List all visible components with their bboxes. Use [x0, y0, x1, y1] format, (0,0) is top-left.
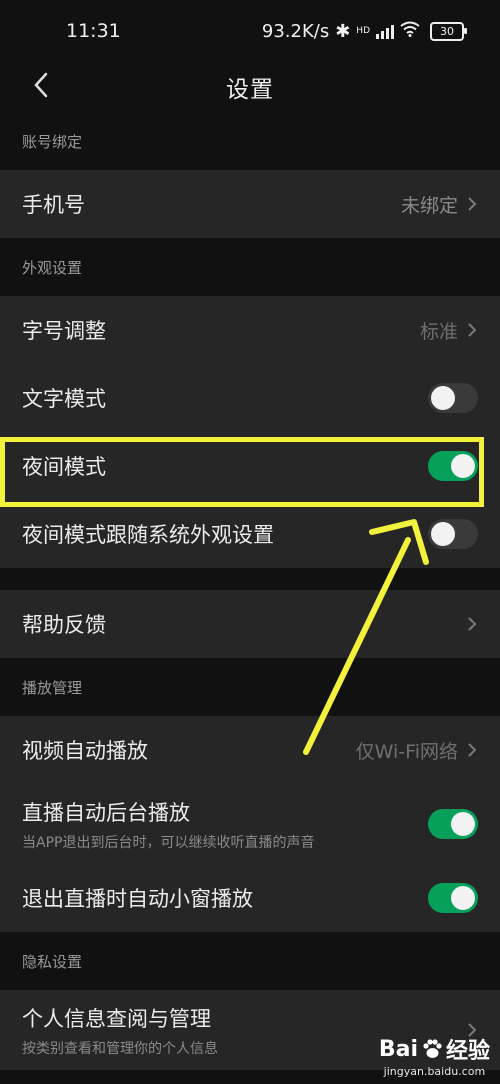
- help-feedback-label: 帮助反馈: [22, 613, 106, 637]
- section-header-privacy: 隐私设置: [22, 952, 83, 971]
- appearance-card: 字号调整 标准 文字模式 夜间模式 夜间模式跟随系统外观设置: [0, 296, 500, 568]
- live-background-row: 直播自动后台播放 当APP退出到后台时，可以继续收听直播的声音: [0, 784, 500, 864]
- battery-level: 30: [440, 24, 454, 38]
- watermark-brand-right: 经验: [445, 1039, 490, 1064]
- phone-label: 手机号: [22, 193, 85, 217]
- live-pip-toggle[interactable]: [428, 883, 478, 913]
- personal-info-subtext: 按类别查看和管理你的个人信息: [22, 1040, 218, 1057]
- battery-icon: 30: [430, 21, 467, 41]
- night-mode-toggle[interactable]: [428, 451, 478, 481]
- font-size-row[interactable]: 字号调整 标准: [0, 296, 500, 364]
- toggle-knob: [451, 812, 475, 836]
- back-button[interactable]: [24, 68, 58, 102]
- help-card: 帮助反馈: [0, 590, 500, 658]
- section-header-appearance: 外观设置: [22, 258, 83, 277]
- section-header-account: 账号绑定: [22, 132, 83, 151]
- text-mode-toggle[interactable]: [428, 383, 478, 413]
- live-background-toggle[interactable]: [428, 809, 478, 839]
- autoplay-row[interactable]: 视频自动播放 仅Wi-Fi网络: [0, 716, 500, 784]
- watermark-brand-left: Bai: [378, 1036, 418, 1062]
- playback-card: 视频自动播放 仅Wi-Fi网络 直播自动后台播放 当APP退出到后台时，可以继续…: [0, 716, 500, 932]
- font-size-label: 字号调整: [22, 319, 106, 343]
- status-bar: 11:31 93.2K/s ✱ HD 30: [0, 0, 500, 62]
- chevron-right-icon: [468, 323, 477, 337]
- wifi-icon: [400, 21, 420, 42]
- font-size-value: 标准: [419, 320, 458, 343]
- night-follow-system-toggle[interactable]: [428, 519, 478, 549]
- night-mode-row: 夜间模式: [0, 432, 500, 500]
- toggle-knob: [431, 522, 455, 546]
- help-feedback-row[interactable]: 帮助反馈: [0, 590, 500, 658]
- night-mode-label: 夜间模式: [22, 455, 106, 479]
- text-mode-label: 文字模式: [22, 387, 106, 411]
- chevron-right-icon: [468, 617, 477, 631]
- autoplay-label: 视频自动播放: [22, 739, 148, 763]
- watermark-url: jingyan.baidu.com: [383, 1065, 486, 1078]
- section-header-playback: 播放管理: [22, 678, 83, 697]
- night-follow-system-label: 夜间模式跟随系统外观设置: [22, 523, 274, 547]
- toggle-knob: [451, 886, 475, 910]
- paw-icon: [423, 1039, 442, 1058]
- status-time: 11:31: [66, 20, 121, 42]
- chevron-left-icon: [34, 72, 48, 98]
- network-type-label: HD: [356, 26, 370, 36]
- chevron-right-icon: [468, 743, 477, 757]
- signal-icon: [376, 23, 394, 39]
- network-speed: 93.2K/s: [261, 20, 330, 42]
- live-pip-row: 退出直播时自动小窗播放: [0, 864, 500, 932]
- autoplay-value: 仅Wi-Fi网络: [355, 740, 458, 763]
- personal-info-label: 个人信息查阅与管理: [22, 1006, 211, 1031]
- account-card: 手机号 未绑定: [0, 170, 500, 238]
- toggle-knob: [451, 454, 475, 478]
- section-divider: [0, 568, 500, 590]
- page-title: 设置: [226, 77, 274, 103]
- watermark: Bai 经验 jingyan.baidu.com: [378, 1033, 490, 1079]
- bluetooth-icon: ✱: [335, 20, 351, 42]
- text-mode-row: 文字模式: [0, 364, 500, 432]
- nav-bar: 设置: [0, 62, 500, 112]
- chevron-right-icon: [468, 197, 477, 211]
- phone-value: 未绑定: [400, 194, 458, 217]
- night-follow-system-row: 夜间模式跟随系统外观设置: [0, 500, 500, 568]
- live-background-subtext: 当APP退出到后台时，可以继续收听直播的声音: [22, 834, 315, 851]
- live-background-label: 直播自动后台播放: [22, 800, 190, 825]
- toggle-knob: [431, 386, 455, 410]
- phone-row[interactable]: 手机号 未绑定: [0, 170, 500, 238]
- status-icons: 93.2K/s ✱ HD 30: [261, 20, 467, 42]
- live-pip-label: 退出直播时自动小窗播放: [22, 887, 253, 911]
